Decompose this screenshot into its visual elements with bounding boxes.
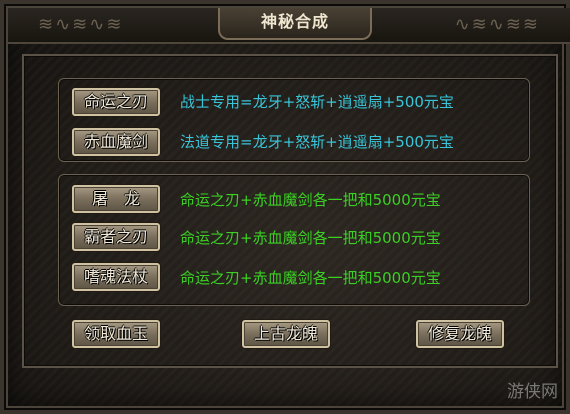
destiny-blade-recipe: 战士专用=龙牙+怒斩+逍遥扇+500元宝 — [180, 93, 454, 111]
soul-eater-staff-recipe: 命运之刃+赤血魔剑各一把和5000元宝 — [180, 269, 441, 287]
site-watermark: 游侠网 — [507, 382, 558, 402]
window-title: 神秘合成 — [218, 8, 372, 40]
synthesize-crimson-demon-sword-button[interactable]: 赤血魔剑 — [72, 128, 160, 156]
collect-blood-jade-button[interactable]: 领取血玉 — [72, 320, 160, 348]
synthesize-soul-eater-staff-button[interactable]: 嗜魂法杖 — [72, 263, 160, 291]
synthesize-overlord-blade-button[interactable]: 霸者之刃 — [72, 223, 160, 251]
repair-dragon-soul-button[interactable]: 修复龙魄 — [416, 320, 504, 348]
ancient-dragon-soul-button[interactable]: 上古龙魄 — [242, 320, 330, 348]
crimson-demon-sword-recipe: 法道专用=龙牙+怒斩+逍遥扇+500元宝 — [180, 133, 454, 151]
dragon-slayer-recipe: 命运之刃+赤血魔剑各一把和5000元宝 — [180, 191, 441, 209]
dragon-ornament-right-icon: ∿≋∿≋≋ — [454, 14, 540, 35]
synthesize-dragon-slayer-button[interactable]: 屠 龙 — [72, 185, 160, 213]
synthesize-destiny-blade-button[interactable]: 命运之刃 — [72, 88, 160, 116]
title-bar: ≋∿≋∿≋ 神秘合成 ∿≋∿≋≋ — [8, 8, 570, 44]
dragon-ornament-left-icon: ≋∿≋∿≋ — [38, 14, 124, 35]
synthesis-window: ≋∿≋∿≋ 神秘合成 ∿≋∿≋≋ 命运之刃 战士专用=龙牙+怒斩+逍遥扇+500… — [0, 0, 570, 414]
overlord-blade-recipe: 命运之刃+赤血魔剑各一把和5000元宝 — [180, 229, 441, 247]
